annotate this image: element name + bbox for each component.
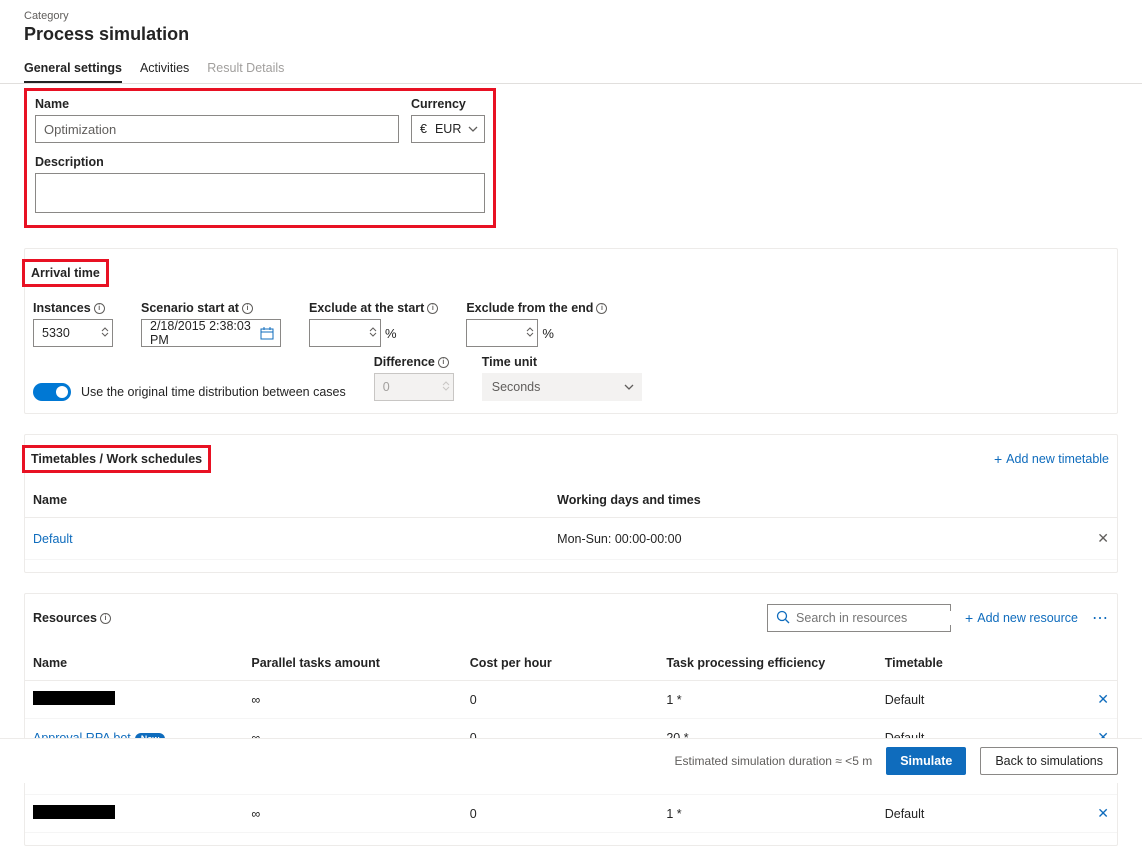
tabs: General settings Activities Result Detai… xyxy=(0,49,1142,84)
tab-general-settings[interactable]: General settings xyxy=(24,55,122,83)
arrival-time-title: Arrival time xyxy=(22,259,109,287)
timetables-title: Timetables / Work schedules xyxy=(22,445,211,473)
timetable-name-link[interactable]: Default xyxy=(33,532,73,546)
resources-title: Resources i xyxy=(33,611,111,625)
resources-section: Resources i + Add new resource ⋯ xyxy=(24,593,1118,846)
efficiency-cell: 1 * xyxy=(658,795,876,833)
efficiency-cell: 1 * xyxy=(658,681,876,719)
resources-search[interactable] xyxy=(767,604,951,632)
search-icon xyxy=(776,610,790,627)
col-working: Working days and times xyxy=(549,483,1087,518)
general-highlight-box: Name Currency € EUR Description xyxy=(24,88,496,228)
timetable-cell: Default xyxy=(877,795,1087,833)
simulate-button[interactable]: Simulate xyxy=(886,747,966,775)
info-icon[interactable]: i xyxy=(427,303,438,314)
spin-buttons xyxy=(442,376,450,396)
add-resource-button[interactable]: + Add new resource xyxy=(965,610,1078,626)
col-efficiency: Task processing efficiency xyxy=(658,646,876,681)
close-icon[interactable]: ✕ xyxy=(1097,691,1109,707)
info-icon[interactable]: i xyxy=(596,303,607,314)
parallel-cell: ∞ xyxy=(243,795,461,833)
currency-label: Currency xyxy=(411,97,485,111)
chevron-down-icon xyxy=(624,384,634,390)
info-icon[interactable]: i xyxy=(100,613,111,624)
table-row: Default Mon-Sun: 00:00-00:00 ✕ xyxy=(25,518,1117,560)
col-name: Name xyxy=(25,483,549,518)
exclude-start-label: Exclude at the start i xyxy=(309,301,438,315)
tab-result-details: Result Details xyxy=(207,55,284,83)
cost-cell: 0 xyxy=(462,681,659,719)
table-row: ∞01 *Default ✕ xyxy=(25,795,1117,833)
redacted-name xyxy=(33,691,115,705)
name-label: Name xyxy=(35,97,399,111)
redacted-name xyxy=(33,805,115,819)
scenario-start-label: Scenario start at i xyxy=(141,301,281,315)
add-timetable-button[interactable]: + Add new timetable xyxy=(994,451,1109,467)
estimate-text: Estimated simulation duration ≈ <5 m xyxy=(675,754,873,768)
close-icon[interactable]: ✕ xyxy=(1097,805,1109,821)
table-row: ∞01 *Default ✕ xyxy=(25,681,1117,719)
arrival-time-section: Arrival time Instances i 5330 xyxy=(24,248,1118,414)
col-parallel: Parallel tasks amount xyxy=(243,646,461,681)
timetable-times: Mon-Sun: 00:00-00:00 xyxy=(549,518,1087,560)
col-cost: Cost per hour xyxy=(462,646,659,681)
plus-icon: + xyxy=(965,610,973,626)
footer: Estimated simulation duration ≈ <5 m Sim… xyxy=(0,738,1142,783)
instances-label: Instances i xyxy=(33,301,113,315)
info-icon[interactable]: i xyxy=(94,303,105,314)
page-title: Process simulation xyxy=(24,24,1118,45)
timetables-section: Timetables / Work schedules + Add new ti… xyxy=(24,434,1118,573)
toggle-label: Use the original time distribution betwe… xyxy=(81,385,346,399)
description-input[interactable] xyxy=(35,173,485,213)
original-distribution-toggle[interactable] xyxy=(33,383,71,401)
parallel-cell: ∞ xyxy=(243,681,461,719)
info-icon[interactable]: i xyxy=(438,357,449,368)
col-name: Name xyxy=(25,646,243,681)
spin-buttons[interactable] xyxy=(369,322,377,342)
percent-label: % xyxy=(542,326,554,341)
back-button[interactable]: Back to simulations xyxy=(980,747,1118,775)
time-unit-select[interactable]: Seconds xyxy=(482,373,642,401)
resources-search-input[interactable] xyxy=(796,611,957,625)
cost-cell: 0 xyxy=(462,795,659,833)
exclude-end-label: Exclude from the end i xyxy=(466,301,607,315)
instances-input[interactable]: 5330 xyxy=(33,319,113,347)
timetable-cell: Default xyxy=(877,681,1087,719)
close-icon[interactable]: ✕ xyxy=(1097,530,1109,546)
percent-label: % xyxy=(385,326,397,341)
plus-icon: + xyxy=(994,451,1002,467)
currency-code: EUR xyxy=(435,122,461,136)
description-label: Description xyxy=(35,155,485,169)
more-options-button[interactable]: ⋯ xyxy=(1092,608,1109,628)
time-unit-label: Time unit xyxy=(482,355,642,369)
col-timetable: Timetable xyxy=(877,646,1087,681)
tab-activities[interactable]: Activities xyxy=(140,55,189,83)
exclude-start-input[interactable] xyxy=(309,319,381,347)
exclude-end-input[interactable] xyxy=(466,319,538,347)
scenario-start-input[interactable]: 2/18/2015 2:38:03 PM xyxy=(141,319,281,347)
calendar-icon[interactable] xyxy=(260,326,274,340)
timetables-table: Name Working days and times Default Mon-… xyxy=(25,483,1117,560)
name-input[interactable] xyxy=(35,115,399,143)
difference-label: Difference i xyxy=(374,355,454,369)
chevron-down-icon xyxy=(468,126,478,132)
spin-buttons[interactable] xyxy=(101,322,109,342)
currency-select[interactable]: € EUR xyxy=(411,115,485,143)
currency-symbol: € xyxy=(420,122,427,136)
spin-buttons[interactable] xyxy=(526,322,534,342)
category-label: Category xyxy=(24,10,1118,22)
difference-input: 0 xyxy=(374,373,454,401)
info-icon[interactable]: i xyxy=(242,303,253,314)
